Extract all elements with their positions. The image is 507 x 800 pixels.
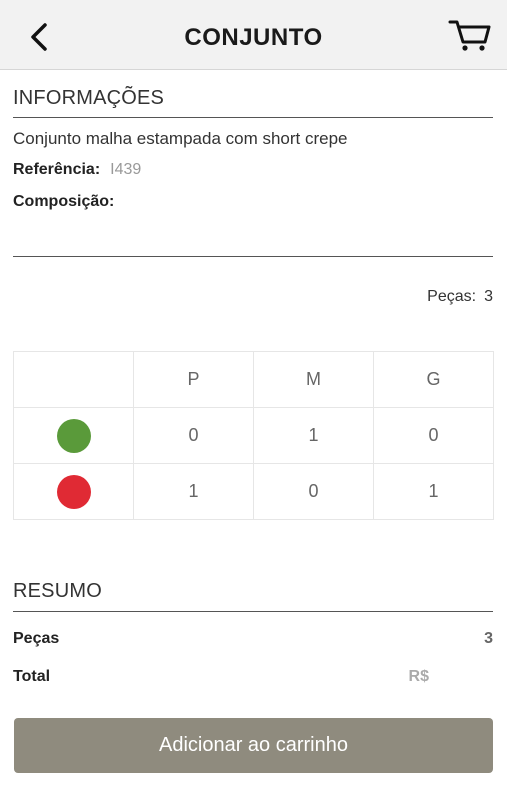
summary-pieces-value: 3 xyxy=(484,630,493,647)
grid-header-row: P M G xyxy=(13,351,494,408)
app-header: CONJUNTO xyxy=(0,0,507,70)
qty-cell[interactable]: 0 xyxy=(133,407,254,464)
add-to-cart-button[interactable]: Adicionar ao carrinho xyxy=(14,718,493,773)
reference-label: Referência: xyxy=(13,161,101,178)
summary-pieces-row: Peças 3 xyxy=(13,630,493,648)
summary-pieces-label: Peças xyxy=(13,630,60,647)
pieces-count: Peças: 3 xyxy=(427,288,493,306)
size-color-grid: P M G 0 1 0 1 0 1 xyxy=(13,351,494,520)
product-description: Conjunto malha estampada com short crepe xyxy=(13,129,348,148)
reference-row: Referência: I439 xyxy=(13,161,141,179)
cart-icon xyxy=(448,20,491,51)
summary-total-label: Total xyxy=(13,668,51,685)
composition-label: Composição: xyxy=(13,193,115,210)
color-swatch-red[interactable] xyxy=(56,474,91,509)
composition-row: Composição: xyxy=(13,193,124,211)
grid-corner-cell xyxy=(13,351,134,408)
summary-divider xyxy=(13,611,493,612)
cart-button[interactable] xyxy=(448,17,492,53)
composition-divider xyxy=(13,256,493,257)
info-divider xyxy=(13,117,493,118)
qty-cell[interactable]: 0 xyxy=(253,463,374,520)
grid-row-green: 0 1 0 xyxy=(13,407,494,464)
summary-total-row: Total R$ xyxy=(13,668,493,686)
page-title: CONJUNTO xyxy=(184,24,323,51)
qty-cell[interactable]: 1 xyxy=(253,407,374,464)
size-header-g: G xyxy=(373,351,494,408)
qty-cell[interactable]: 0 xyxy=(373,407,494,464)
grid-row-red: 1 0 1 xyxy=(13,463,494,520)
summary-total-value: R$ xyxy=(408,668,429,685)
qty-cell[interactable]: 1 xyxy=(373,463,494,520)
qty-cell[interactable]: 1 xyxy=(133,463,254,520)
pieces-count-label: Peças: xyxy=(427,288,477,305)
info-section-title: INFORMAÇÕES xyxy=(13,87,165,109)
size-header-m: M xyxy=(253,351,374,408)
size-header-p: P xyxy=(133,351,254,408)
reference-value: I439 xyxy=(110,161,142,178)
color-cell xyxy=(13,407,134,464)
color-swatch-green[interactable] xyxy=(56,418,91,453)
pieces-count-value: 3 xyxy=(484,288,493,305)
summary-section-title: RESUMO xyxy=(13,580,102,602)
color-cell xyxy=(13,463,134,520)
